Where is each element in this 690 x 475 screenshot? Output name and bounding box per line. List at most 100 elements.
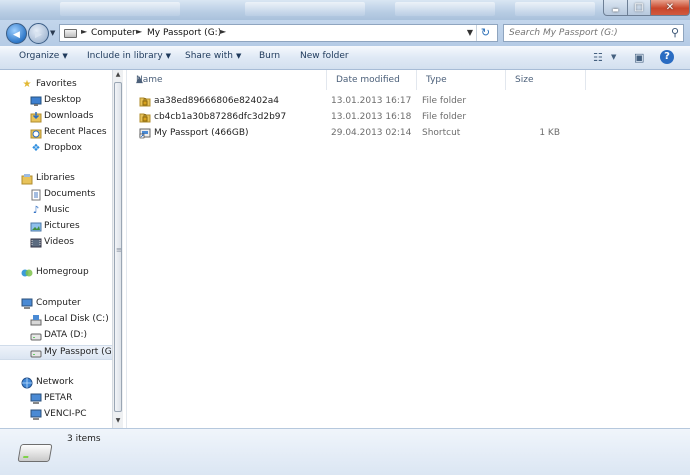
change-view-icon[interactable]: ☷	[593, 51, 603, 64]
title-bar: ▬ □ ✕	[0, 0, 690, 20]
minimize-button[interactable]: ▬	[603, 0, 628, 16]
column-header-label: Type	[426, 75, 447, 85]
file-row[interactable]: aa38ed89666806e82402a4 13.01.2013 16:17 …	[137, 93, 690, 109]
share-with-button[interactable]: Share with ▼	[185, 51, 241, 61]
help-icon[interactable]: ?	[660, 50, 674, 64]
sidebar-item-computer[interactable]: Computer	[0, 297, 112, 312]
column-header-label: Size	[515, 75, 534, 85]
grip-icon: ≡	[116, 246, 122, 254]
downloads-icon	[30, 111, 42, 123]
portable-drive-icon	[17, 444, 53, 462]
homegroup-icon	[21, 267, 33, 279]
minimize-icon: ▬	[612, 6, 619, 14]
file-name: My Passport (466GB)	[154, 128, 249, 138]
sidebar-item-label: Pictures	[44, 221, 80, 231]
sidebar-item-label: Music	[44, 205, 70, 215]
column-header-date-modified[interactable]: Date modified	[327, 70, 417, 90]
sidebar-item-network[interactable]: Network	[0, 376, 112, 391]
background-taskbar-ghost	[515, 2, 595, 16]
sidebar-item-petar[interactable]: PETAR	[0, 392, 112, 407]
local-disk-icon	[30, 314, 42, 326]
file-list: Name ▲ Date modified Type Size aa38ed896…	[127, 70, 690, 428]
navigation-pane: ★ Favorites Desktop Downloads Recent Pla…	[0, 70, 112, 428]
sidebar-item-label: Network	[36, 377, 74, 387]
column-header-type[interactable]: Type	[417, 70, 506, 90]
sidebar-item-my-passport[interactable]: My Passport (G:)	[0, 345, 112, 360]
breadcrumb-separator[interactable]: ►	[81, 27, 87, 36]
sidebar-item-local-disk[interactable]: Local Disk (C:)	[0, 313, 112, 328]
file-name: cb4cb1a30b87286dfc3d2b97	[154, 112, 287, 122]
organize-button[interactable]: Organize ▼	[19, 51, 68, 61]
background-taskbar-ghost	[60, 2, 180, 16]
item-count: 3 items	[67, 434, 101, 444]
sidebar-item-desktop[interactable]: Desktop	[0, 94, 112, 109]
maximize-button[interactable]: □	[627, 0, 651, 16]
preview-pane-icon[interactable]: ▣	[634, 51, 644, 64]
scrollbar-thumb[interactable]: ≡	[114, 82, 122, 412]
forward-arrow-icon: ▶	[35, 30, 42, 40]
sidebar-item-pictures[interactable]: Pictures	[0, 220, 112, 235]
breadcrumb-my-passport[interactable]: My Passport (G:)	[147, 28, 221, 38]
breadcrumb-separator[interactable]: ►	[220, 27, 226, 36]
sidebar-item-recent-places[interactable]: Recent Places	[0, 126, 112, 141]
column-header-size[interactable]: Size	[506, 70, 586, 90]
scroll-down-icon[interactable]: ▼	[113, 416, 123, 426]
documents-icon	[30, 189, 42, 201]
address-bar[interactable]: ► Computer ► My Passport (G:) ► ▼ ↻	[59, 24, 498, 42]
sidebar-item-label: VENCI-PC	[44, 409, 87, 419]
network-icon	[21, 377, 33, 389]
chevron-down-icon: ▼	[235, 52, 242, 60]
close-button[interactable]: ✕	[650, 0, 690, 16]
forward-button[interactable]: ▶	[28, 23, 49, 44]
file-row[interactable]: cb4cb1a30b87286dfc3d2b97 13.01.2013 16:1…	[137, 109, 690, 125]
sidebar-item-homegroup[interactable]: Homegroup	[0, 266, 112, 281]
file-row[interactable]: My Passport (466GB) 29.04.2013 02:14 Sho…	[137, 125, 690, 141]
recent-pages-dropdown[interactable]: ▼	[50, 29, 55, 37]
sidebar-item-label: DATA (D:)	[44, 330, 88, 340]
sidebar-item-label: Computer	[36, 298, 81, 308]
sidebar-item-label: Favorites	[36, 79, 77, 89]
sidebar-item-label: Dropbox	[44, 143, 82, 153]
libraries-icon	[21, 173, 33, 185]
include-in-library-button[interactable]: Include in library ▼	[87, 51, 171, 61]
shortcut-icon	[139, 127, 151, 139]
sidebar-item-downloads[interactable]: Downloads	[0, 110, 112, 125]
music-icon: ♪	[32, 205, 40, 216]
navigation-scrollbar[interactable]: ▲ ≡ ▼	[112, 70, 123, 428]
file-name: aa38ed89666806e82402a4	[154, 96, 279, 106]
drive-icon	[30, 330, 42, 342]
new-folder-button[interactable]: New folder	[300, 51, 349, 61]
address-dropdown-icon[interactable]: ▼	[467, 28, 473, 37]
pictures-icon	[30, 221, 42, 233]
back-arrow-icon: ◀	[13, 30, 20, 40]
search-icon[interactable]: ⚲	[671, 26, 679, 39]
sidebar-item-music[interactable]: ♪ Music	[0, 204, 112, 219]
back-button[interactable]: ◀	[6, 23, 27, 44]
sidebar-item-label: Downloads	[44, 111, 94, 121]
breadcrumb-computer[interactable]: Computer	[91, 28, 136, 38]
sidebar-item-venci-pc[interactable]: VENCI-PC	[0, 408, 112, 423]
sidebar-item-libraries[interactable]: Libraries	[0, 172, 112, 187]
sidebar-item-documents[interactable]: Documents	[0, 188, 112, 203]
include-in-library-label: Include in library	[87, 51, 163, 61]
sidebar-item-videos[interactable]: Videos	[0, 236, 112, 251]
sidebar-item-label: Documents	[44, 189, 96, 199]
search-box[interactable]: ⚲	[503, 24, 684, 42]
locked-folder-icon	[139, 111, 151, 123]
navigation-bar: ◀ ▶ ▼ ► Computer ► My Passport (G:) ► ▼ …	[0, 20, 690, 46]
column-header-name[interactable]: Name ▲	[127, 70, 327, 90]
command-bar: Organize ▼ Include in library ▼ Share with…	[0, 46, 690, 70]
sidebar-item-favorites[interactable]: ★ Favorites	[0, 78, 112, 93]
burn-button[interactable]: Burn	[259, 51, 280, 61]
view-options-chevron-icon[interactable]: ▼	[611, 53, 616, 61]
breadcrumb-separator[interactable]: ►	[136, 27, 142, 36]
search-input[interactable]	[504, 25, 664, 41]
file-type: File folder	[422, 96, 467, 106]
share-with-label: Share with	[185, 51, 233, 61]
refresh-button[interactable]: ↻	[476, 25, 494, 41]
sidebar-item-dropbox[interactable]: ❖ Dropbox	[0, 142, 112, 157]
scroll-up-icon[interactable]: ▲	[113, 70, 123, 80]
sidebar-item-label: Videos	[44, 237, 74, 247]
sidebar-item-data-drive[interactable]: DATA (D:)	[0, 329, 112, 344]
recent-places-icon	[30, 127, 42, 139]
